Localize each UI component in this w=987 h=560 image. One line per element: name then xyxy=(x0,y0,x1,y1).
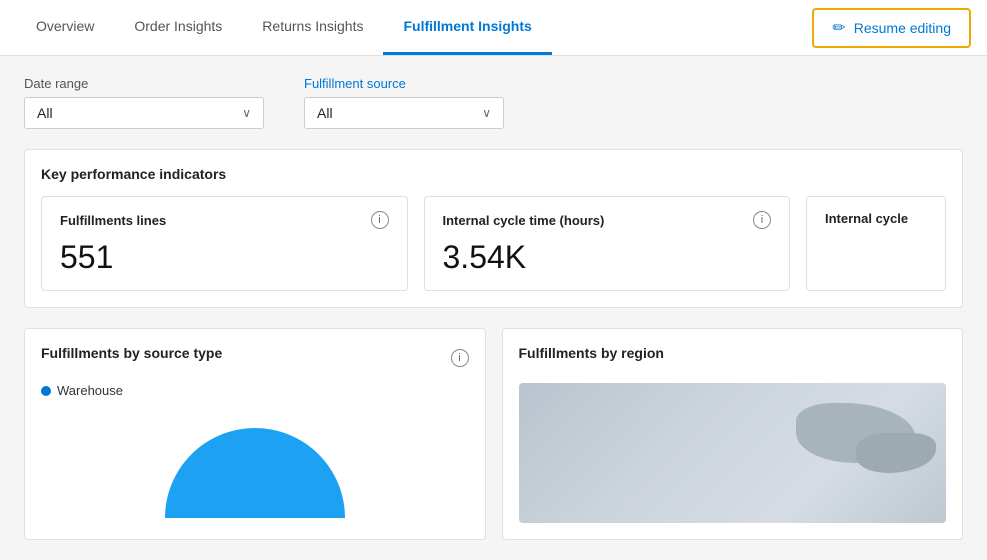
main-content: Date range All ∨ Fulfillment source All … xyxy=(0,56,987,560)
fulfillment-source-label: Fulfillment source xyxy=(304,76,504,91)
fulfillments-by-source-info-icon[interactable]: i xyxy=(451,349,469,367)
warehouse-legend-item: Warehouse xyxy=(41,383,469,398)
warehouse-legend-dot xyxy=(41,386,51,396)
date-range-filter: Date range All ∨ xyxy=(24,76,264,129)
resume-editing-button[interactable]: ✏ Resume editing xyxy=(812,8,971,48)
kpi-fulfillment-lines-value: 551 xyxy=(60,239,389,276)
kpi-card-internal-cycle-partial: Internal cycle xyxy=(806,196,946,291)
fulfillment-source-value: All xyxy=(317,105,333,121)
fulfillments-by-source-chart xyxy=(41,398,469,518)
date-range-select[interactable]: All ∨ xyxy=(24,97,264,129)
kpi-card-internal-cycle-time-title: Internal cycle time (hours) xyxy=(443,213,605,228)
chevron-down-icon: ∨ xyxy=(242,106,251,120)
map-placeholder xyxy=(519,383,947,523)
top-navigation: Overview Order Insights Returns Insights… xyxy=(0,0,987,56)
donut-chart xyxy=(165,428,345,518)
fulfillments-by-region-map xyxy=(519,383,947,523)
kpi-cards-row: Fulfillments lines i 551 Internal cycle … xyxy=(41,196,946,291)
kpi-card-internal-cycle-time: Internal cycle time (hours) i 3.54K xyxy=(424,196,791,291)
kpi-card-internal-cycle-partial-header: Internal cycle xyxy=(825,211,927,226)
fulfillments-by-source-card: Fulfillments by source type i Warehouse xyxy=(24,328,486,540)
tab-returns-insights[interactable]: Returns Insights xyxy=(242,0,383,55)
fulfillment-source-filter: Fulfillment source All ∨ xyxy=(304,76,504,129)
kpi-section-title: Key performance indicators xyxy=(41,166,946,182)
kpi-card-fulfillment-lines-title: Fulfillments lines xyxy=(60,213,166,228)
fulfillments-by-region-header: Fulfillments by region xyxy=(519,345,947,371)
tab-overview[interactable]: Overview xyxy=(16,0,114,55)
fulfillments-by-source-header: Fulfillments by source type i xyxy=(41,345,469,371)
fulfillments-by-region-title: Fulfillments by region xyxy=(519,345,664,361)
kpi-section: Key performance indicators Fulfillments … xyxy=(24,149,963,308)
fulfillment-source-select[interactable]: All ∨ xyxy=(304,97,504,129)
internal-cycle-time-info-icon[interactable]: i xyxy=(753,211,771,229)
pencil-icon: ✏ xyxy=(832,18,845,38)
kpi-card-internal-cycle-time-header: Internal cycle time (hours) i xyxy=(443,211,772,229)
kpi-internal-cycle-time-value: 3.54K xyxy=(443,239,772,276)
fulfillments-by-region-card: Fulfillments by region xyxy=(502,328,964,540)
kpi-card-fulfillment-lines-header: Fulfillments lines i xyxy=(60,211,389,229)
bottom-row: Fulfillments by source type i Warehouse … xyxy=(24,328,963,540)
filters-row: Date range All ∨ Fulfillment source All … xyxy=(24,76,963,129)
date-range-label: Date range xyxy=(24,76,264,91)
fulfillment-lines-info-icon[interactable]: i xyxy=(371,211,389,229)
tab-fulfillment-insights[interactable]: Fulfillment Insights xyxy=(383,0,551,55)
warehouse-legend-label: Warehouse xyxy=(57,383,123,398)
fulfillments-by-source-title: Fulfillments by source type xyxy=(41,345,222,361)
kpi-card-fulfillment-lines: Fulfillments lines i 551 xyxy=(41,196,408,291)
chevron-down-icon: ∨ xyxy=(482,106,491,120)
tab-order-insights[interactable]: Order Insights xyxy=(114,0,242,55)
date-range-value: All xyxy=(37,105,53,121)
kpi-card-internal-cycle-partial-title: Internal cycle xyxy=(825,211,908,226)
